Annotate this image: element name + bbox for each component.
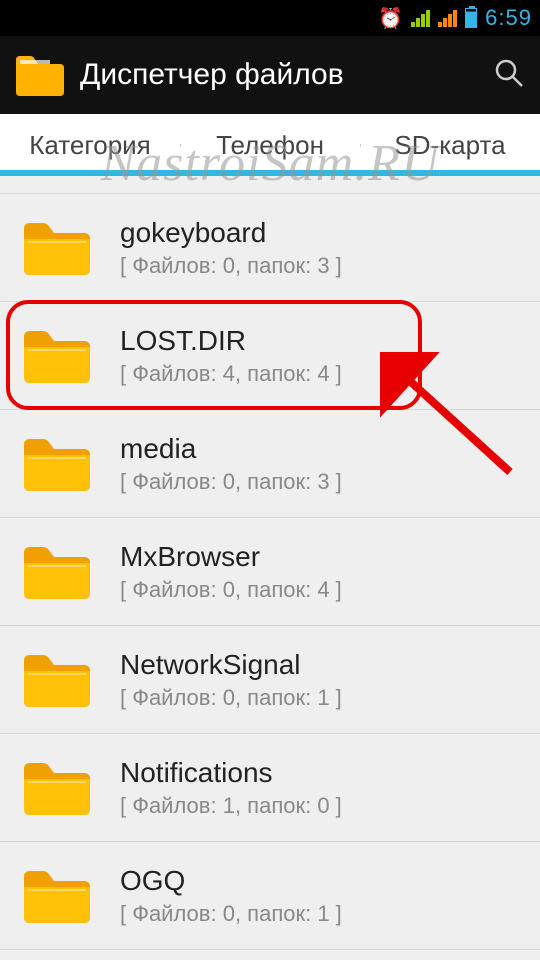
tab-sdcard[interactable]: SD-карта xyxy=(360,130,540,161)
clock: 6:59 xyxy=(485,5,532,31)
list-item[interactable]: LOST.DIR [ Файлов: 4, папок: 4 ] xyxy=(0,302,540,410)
list-item[interactable]: OpenSignal xyxy=(0,950,540,960)
folder-name: NetworkSignal xyxy=(120,649,342,681)
folder-stats: [ Файлов: 0, папок: 4 ] xyxy=(120,577,342,603)
search-icon[interactable] xyxy=(492,56,526,95)
folder-icon xyxy=(20,435,94,493)
divider xyxy=(0,176,540,194)
folder-stats: [ Файлов: 0, папок: 1 ] xyxy=(120,685,342,711)
tab-bar: Категория Телефон SD-карта xyxy=(0,114,540,176)
folder-name: gokeyboard xyxy=(120,217,342,249)
list-item[interactable]: OGQ [ Файлов: 0, папок: 1 ] xyxy=(0,842,540,950)
folder-icon xyxy=(20,219,94,277)
file-list[interactable]: gokeyboard [ Файлов: 0, папок: 3 ] LOST.DI… xyxy=(0,194,540,960)
tab-category[interactable]: Категория xyxy=(0,130,180,161)
alarm-icon: ⏰ xyxy=(378,6,403,31)
battery-icon xyxy=(465,8,477,28)
folder-name: media xyxy=(120,433,342,465)
folder-icon xyxy=(20,867,94,925)
status-bar: ⏰ 6:59 xyxy=(0,0,540,36)
folder-stats: [ Файлов: 4, папок: 4 ] xyxy=(120,361,342,387)
folder-name: MxBrowser xyxy=(120,541,342,573)
tab-underline xyxy=(0,170,540,176)
folder-icon xyxy=(20,651,94,709)
folder-name: LOST.DIR xyxy=(120,325,342,357)
folder-name: OGQ xyxy=(120,865,342,897)
list-item[interactable]: Notifications [ Файлов: 1, папок: 0 ] xyxy=(0,734,540,842)
list-item[interactable]: NetworkSignal [ Файлов: 0, папок: 1 ] xyxy=(0,626,540,734)
list-item[interactable]: media [ Файлов: 0, папок: 3 ] xyxy=(0,410,540,518)
list-item[interactable]: gokeyboard [ Файлов: 0, папок: 3 ] xyxy=(0,194,540,302)
folder-stats: [ Файлов: 0, папок: 3 ] xyxy=(120,253,342,279)
app-header: Диспетчер файлов xyxy=(0,36,540,114)
folder-stats: [ Файлов: 0, папок: 1 ] xyxy=(120,901,342,927)
signal-icon xyxy=(411,10,430,27)
list-item[interactable]: MxBrowser [ Файлов: 0, папок: 4 ] xyxy=(0,518,540,626)
folder-icon xyxy=(20,327,94,385)
folder-icon xyxy=(20,543,94,601)
signal-icon xyxy=(438,10,457,27)
folder-open-icon xyxy=(14,54,66,96)
folder-name: Notifications xyxy=(120,757,342,789)
page-title: Диспетчер файлов xyxy=(80,58,492,92)
folder-stats: [ Файлов: 1, папок: 0 ] xyxy=(120,793,342,819)
tab-phone[interactable]: Телефон xyxy=(180,130,360,161)
folder-stats: [ Файлов: 0, папок: 3 ] xyxy=(120,469,342,495)
folder-icon xyxy=(20,759,94,817)
